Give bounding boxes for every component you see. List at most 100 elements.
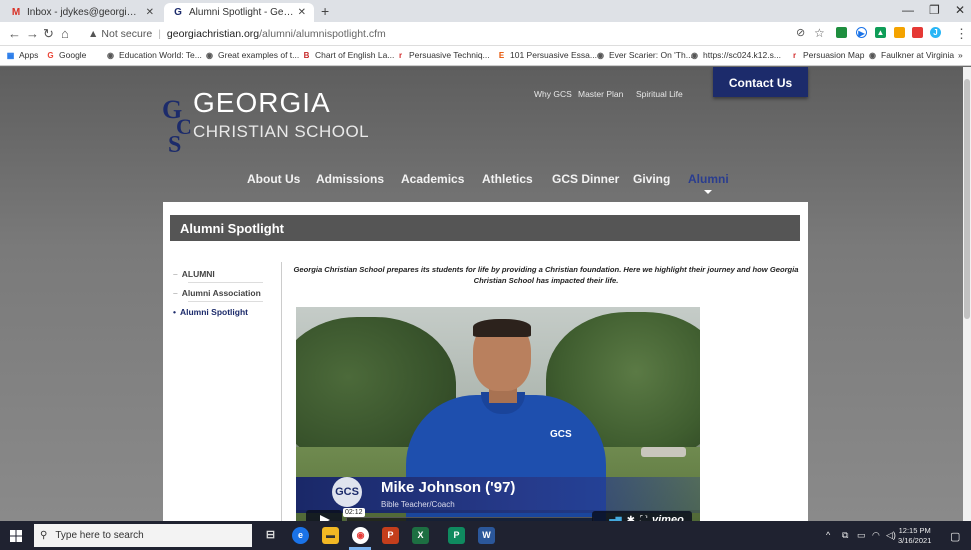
bookmark-persuasion-map[interactable]: r Persuasion Map [790,50,864,60]
bullet-icon: • [173,307,176,317]
sidebar-divider [188,282,263,283]
bookmark-chart-english[interactable]: B Chart of English La... [302,50,395,60]
more-bookmarks-icon[interactable]: » [958,50,963,60]
bookmark-education-world[interactable]: ◉ Education World: Te... [106,50,202,60]
logo-title[interactable]: GEORGIA [193,87,331,119]
close-icon[interactable]: ✕ [146,7,154,18]
nav-admissions[interactable]: Admissions [316,172,384,186]
volume-icon[interactable]: ◁) [886,530,896,541]
tray-chevron-icon[interactable]: ^ [826,530,830,540]
play-extension-icon[interactable]: ▶ [856,27,867,38]
sidebar-divider [188,301,263,302]
windows-start-icon[interactable] [10,530,22,542]
dash-icon: – [173,269,178,279]
browser-toolbar: ← → ↻ ⌂ ▲ Not secure | georgiachristian.… [0,22,971,46]
rwt-icon: r [398,50,403,60]
nav-gcs-dinner[interactable]: GCS Dinner [552,172,619,186]
sidebar-divider-vertical [281,262,282,521]
gcs-favicon-icon: G [174,6,182,18]
bookmark-apps[interactable]: ▦ Apps [6,50,39,60]
nav-academics[interactable]: Academics [401,172,464,186]
edge-icon[interactable]: e [292,527,309,544]
top-link-spiritual-life[interactable]: Spiritual Life [636,89,683,99]
nav-about-us[interactable]: About Us [247,172,300,186]
gcs-badge-icon: GCS [332,477,362,507]
powerpoint-icon[interactable]: P [382,527,399,544]
reload-icon[interactable]: ↻ [43,26,54,42]
notifications-icon[interactable]: ▢ [950,530,960,543]
content-panel: Alumni Spotlight – ALUMNI – Alumni Associa… [163,202,808,521]
warning-icon: ▲ [88,28,99,40]
chrome-icon[interactable]: ◉ [352,527,369,544]
sidebar-item-alumni-association[interactable]: – Alumni Association [173,288,261,298]
excel-icon[interactable]: X [412,527,429,544]
taskbar-clock[interactable]: 12:15 PM 3/16/2021 [898,526,931,546]
maximize-icon[interactable]: ❐ [929,3,940,17]
new-tab-icon[interactable]: + [321,3,329,19]
file-explorer-icon[interactable]: ▬ [322,527,339,544]
web-page: G C S GEORGIA CHRISTIAN SCHOOL Why GCS M… [0,67,963,521]
bookmark-faulkner[interactable]: ◉ Faulkner at Virginia [868,50,954,60]
bookmark-star-icon[interactable]: ☆ [814,26,825,40]
tab-alumni-spotlight[interactable]: G Alumni Spotlight - Georgia Chris ✕ [164,3,314,22]
top-link-master-plan[interactable]: Master Plan [578,89,623,99]
contact-us-button[interactable]: Contact Us [713,67,808,97]
minimize-icon[interactable]: — [902,3,914,17]
menu-kebab-icon[interactable]: ⋮ [955,26,968,42]
extension-icon[interactable] [894,27,905,38]
video-frame-hair [473,319,531,337]
bookmarks-bar: ▦ Apps G Google ◉ Education World: Te... ◉ G… [0,46,971,66]
play-button[interactable] [306,510,342,521]
vimeo-logo[interactable]: vimeo [652,514,684,521]
bookmark-persuasive-techniques[interactable]: r Persuasive Techniq... [396,50,490,60]
task-view-icon[interactable]: ⊟ [262,527,279,544]
home-icon[interactable]: ⌂ [61,26,69,41]
globe-icon: ◉ [597,50,604,60]
extension-icon[interactable] [836,27,847,38]
clock-date: 3/16/2021 [898,536,932,545]
close-icon[interactable]: ✕ [298,7,306,18]
nav-alumni[interactable]: Alumni [688,172,729,186]
address-bar[interactable]: ▲ Not secure | georgiachristian.org /alu… [88,25,808,43]
sidebar-item-alumni-spotlight[interactable]: • Alumni Spotlight [173,307,248,317]
video-controls-right: ▂▃▅▇ ✱ ⛶ vimeo [592,511,692,521]
dash-icon: – [173,288,178,298]
bookmark-sc024[interactable]: ◉ https://sc024.k12.s... [690,50,781,60]
word-icon[interactable]: W [478,527,495,544]
forward-icon[interactable]: → [26,26,39,41]
profile-avatar-icon[interactable]: J [930,27,941,38]
extension-icon[interactable] [912,27,923,38]
bookmark-site-icon: B [303,50,310,60]
tab-strip: M Inbox - jdykes@georgiachristian ✕ G Al… [0,0,971,22]
nav-giving[interactable]: Giving [633,172,670,186]
video-timecode: 02:12 [343,508,365,517]
gmail-icon: M [11,6,21,18]
video-player[interactable]: GCS GCS Mike Johnson ('97) Bible Teacher… [296,307,700,521]
drive-icon[interactable]: ▲ [875,27,886,38]
battery-icon[interactable]: ▭ [857,530,866,541]
no-tracking-icon[interactable]: ⊘ [796,26,805,39]
bookmark-ever-scarier[interactable]: ◉ Ever Scarier: On 'Th... [596,50,693,60]
globe-icon: ◉ [869,50,876,60]
nav-athletics[interactable]: Athletics [482,172,533,186]
intro-text: Georgia Christian School prepares its st… [293,265,799,285]
top-link-why-gcs[interactable]: Why GCS [534,89,572,99]
globe-icon: ◉ [107,50,114,60]
bookmark-google[interactable]: G Google [46,50,86,60]
logo-subtitle[interactable]: CHRISTIAN SCHOOL [193,122,369,142]
page-scrollbar[interactable] [963,67,971,521]
url-host: georgiachristian.org [166,28,260,40]
sidebar-item-alumni[interactable]: – ALUMNI [173,269,215,279]
publisher-icon[interactable]: P [448,527,465,544]
wifi-icon[interactable]: ◠ [872,530,880,541]
bookmark-great-examples[interactable]: ◉ Great examples of t... [205,50,299,60]
tray-app-icon[interactable]: ⧉ [842,530,848,541]
scrollbar-thumb[interactable] [964,79,970,319]
window-close-icon[interactable]: ✕ [955,3,965,17]
tab-inbox[interactable]: M Inbox - jdykes@georgiachristian ✕ [2,3,162,22]
taskbar-search-input[interactable]: ⚲ Type here to search [34,524,252,547]
back-icon[interactable]: ← [8,26,21,41]
rwt-icon: r [792,50,797,60]
globe-icon: ◉ [206,50,213,60]
bookmark-101-persuasive[interactable]: E 101 Persuasive Essa... [497,50,597,60]
